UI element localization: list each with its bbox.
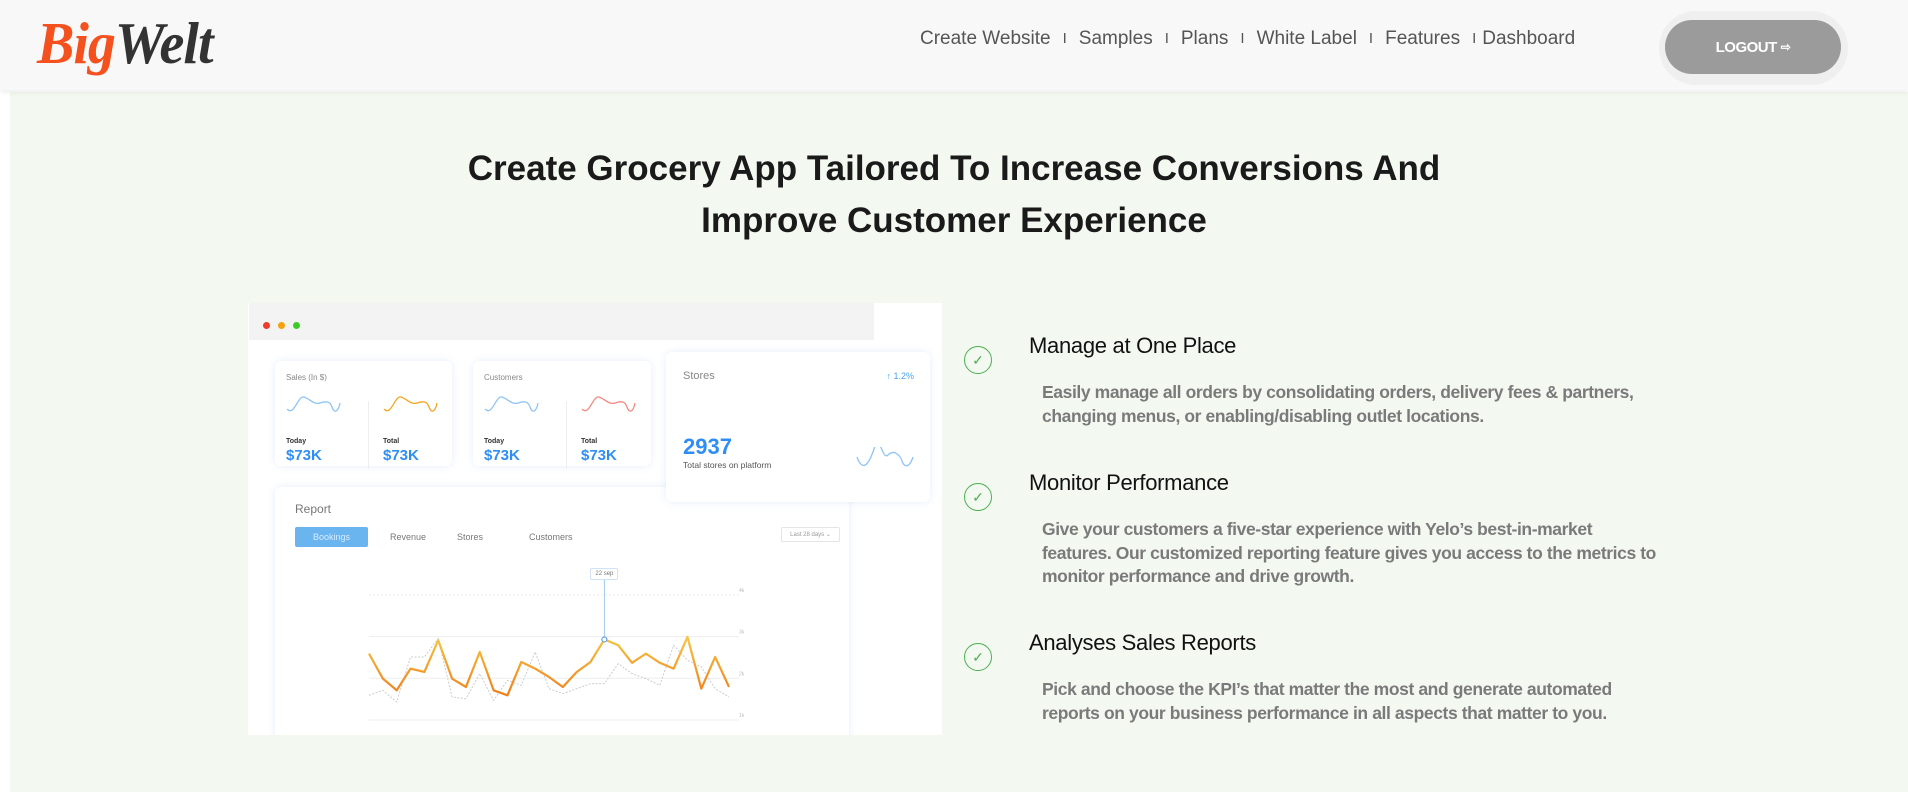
- logout-button-wrapper: LOGOUT ⇨: [1659, 11, 1848, 85]
- feature-title: Manage at One Place: [1029, 333, 1237, 358]
- check-circle-icon: ✓: [964, 643, 992, 671]
- logout-label: LOGOUT: [1715, 38, 1778, 56]
- stores-value: 2937: [683, 434, 732, 459]
- y-tick-label: 4k: [739, 588, 745, 594]
- header: BigWelt Create Website I Samples I Plans I …: [0, 0, 1908, 90]
- page-title: Create Grocery App Tailored To Increase …: [0, 143, 1908, 247]
- stores-label: Stores: [683, 370, 715, 382]
- stores-caption: Total stores on platform: [683, 460, 772, 470]
- nav-separator: I: [1062, 30, 1067, 47]
- sign-out-icon: ⇨: [1780, 40, 1791, 54]
- nav-create-website[interactable]: Create Website: [920, 28, 1051, 50]
- nav-plans[interactable]: Plans: [1181, 28, 1229, 50]
- feature-text: Easily manage all orders by consolidatin…: [1042, 382, 1634, 426]
- chart-tooltip: 22 sep: [590, 568, 619, 580]
- feature-title: Analyses Sales Reports: [1029, 630, 1256, 655]
- primary-series-line: [368, 635, 730, 697]
- main-nav: Create Website I Samples I Plans I White La…: [920, 28, 1575, 50]
- y-tick-label: 2k: [739, 671, 745, 677]
- nav-separator: I: [1472, 30, 1477, 47]
- stores-sparkline: [856, 447, 914, 467]
- check-circle-icon: ✓: [964, 483, 992, 511]
- nav-features[interactable]: Features: [1385, 28, 1460, 50]
- title-line1: Create Grocery App Tailored To Increase …: [467, 149, 1441, 188]
- feature-title: Monitor Performance: [1029, 470, 1229, 495]
- stores-change: ↑ 1.2%: [886, 371, 914, 381]
- title-line2: Improve Customer Experience: [701, 201, 1207, 240]
- nav-separator: I: [1164, 30, 1169, 47]
- logo[interactable]: BigWelt: [37, 10, 214, 77]
- nav-separator: I: [1368, 30, 1374, 47]
- nav-separator: I: [1240, 30, 1245, 47]
- highlight-point: [601, 636, 608, 643]
- nav-white-label[interactable]: White Label: [1257, 28, 1357, 50]
- y-tick-label: 1k: [739, 713, 745, 719]
- feature-text: Give your customers a five-star experien…: [1042, 519, 1656, 586]
- feature-text: Pick and choose the KPI’s that matter th…: [1042, 679, 1612, 723]
- y-tick-label: 3k: [739, 630, 745, 636]
- logout-button[interactable]: LOGOUT ⇨: [1665, 20, 1841, 74]
- nav-dashboard[interactable]: Dashboard: [1482, 28, 1575, 50]
- logo-part1: Big: [37, 11, 116, 77]
- stores-card: Stores ↑ 1.2% 2937 Total stores on platf…: [666, 352, 930, 502]
- check-circle-icon: ✓: [964, 346, 992, 374]
- dashboard-mockup-image: Sales (In $) Today $73K Total $73K Custo…: [248, 303, 942, 735]
- logo-part2: Welt: [114, 11, 214, 77]
- compare-series-line: [368, 637, 730, 703]
- nav-samples[interactable]: Samples: [1079, 28, 1153, 50]
